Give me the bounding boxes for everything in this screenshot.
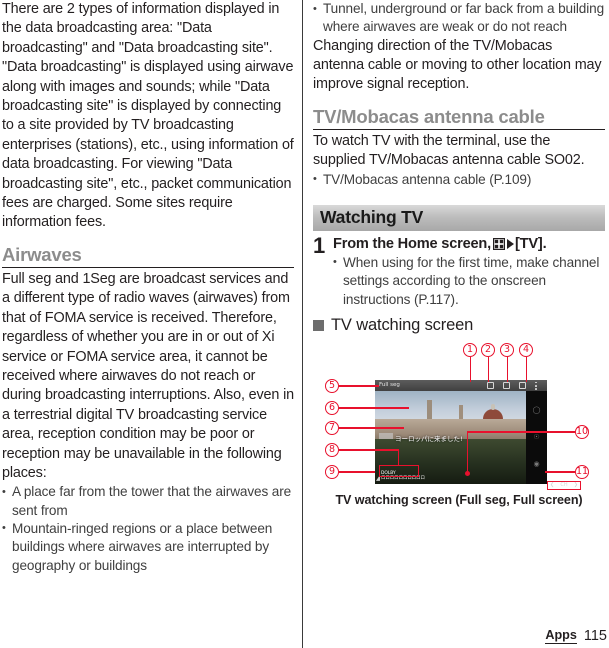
antenna-cable-heading: TV/Mobacas antenna cable [313,105,545,127]
list-item: Mountain-ringed regions or a place betwe… [2,519,294,575]
power-icon[interactable]: ◯ [533,406,541,414]
list-item: TV/Mobacas antenna cable (P.109) [313,170,605,189]
broadcast-mode-label: Full seg [379,382,400,389]
column-divider [302,0,303,648]
step-1: 1 From the Home screen, [TV]. • When usi… [313,232,605,309]
page-footer: Apps 115 [545,628,607,644]
right-column: Tunnel, underground or far back from a b… [313,0,605,507]
callout-11: 11 [575,464,589,479]
callout-2-leader [487,356,489,382]
callout-2: 2 [481,342,495,357]
status-bar-icons [487,381,538,390]
callout-9-leader [339,471,375,473]
airwaves-heading-rule [2,266,294,268]
continued-bullet-list: Tunnel, underground or far back from a b… [313,0,605,37]
antenna-paragraph: To watch TV with the terminal, use the s… [313,132,585,169]
step-title-text-after: [TV]. [515,235,547,252]
subtitle-backdrop [379,432,393,439]
callout-11-leader [545,471,575,473]
channel-prev-icon[interactable]: ❮ [550,482,554,488]
antenna-bullet-list: TV/Mobacas antenna cable (P.109) [313,170,605,189]
record-indicator-dot [465,470,470,476]
tv-watching-screen-subheading: TV watching screen [313,316,605,335]
watching-tv-banner: Watching TV [313,204,605,231]
step-number: 1 [313,232,326,258]
footer-section-label: Apps [545,628,577,644]
data-broadcast-icon[interactable] [503,382,510,390]
callout-6-leader [339,407,409,409]
callout-4: 4 [519,342,533,357]
step-body: From the Home screen, [TV]. • When using… [333,235,605,309]
callout-7: 7 [325,420,339,435]
callout-10: 10 [575,424,589,439]
subtitle-text: ヨーロッパに来ました! [395,434,463,443]
callout-5-leader [339,385,379,387]
callout-5: 5 [325,378,339,393]
callout-8: 8 [325,442,339,457]
callout-1-leader [469,356,471,382]
channel-next-icon[interactable]: ❯ [574,482,578,488]
callout-6: 6 [325,400,339,415]
subsection-title: TV watching screen [331,315,474,334]
list-item: When using for the first time, make chan… [333,253,605,309]
changing-direction-paragraph: Changing direction of the TV/Mobacas ant… [313,37,602,93]
callout-3: 3 [500,342,514,357]
program-guide-icon[interactable] [487,382,494,390]
figure-caption: TV watching screen (Full seg, Full scree… [335,492,583,507]
callout-10-leader [467,431,575,433]
antenna-heading-rule [313,128,605,130]
callout-4-leader [525,356,527,382]
apps-grid-icon [493,238,505,251]
tv-watching-screen-figure: Full seg ヨーロッパに来ました! DOLBY ロロロロロロロロロロ ◯ … [313,342,605,507]
overflow-menu-icon[interactable] [535,381,538,390]
arrow-right-icon [507,239,514,250]
phone-status-bar: Full seg [375,379,547,391]
callout-10-leader-v [467,431,469,472]
intro-paragraph: There are 2 types of information display… [2,1,294,231]
phone-nav-rail: ◯ ☉ ◉ [526,390,547,484]
airwaves-paragraph: Full seg and 1Seg are broadcast services… [2,270,294,481]
step-title: From the Home screen, [TV]. [333,235,605,254]
airwaves-bullet-list: A place far from the tower that the airw… [2,483,294,574]
step-title-text-before: From the Home screen, [333,235,491,252]
banner-title: Watching TV [320,207,424,228]
page-number: 115 [583,628,607,644]
fullscreen-icon[interactable] [519,382,526,390]
audio-info-highlight-box [379,464,419,477]
callout-8-leader [339,449,399,451]
channel-selector-control[interactable]: ❮ CH ❯ [547,480,581,490]
home-icon[interactable]: ☉ [533,433,539,441]
callout-7-leader [339,427,404,429]
callout-1: 1 [463,342,477,357]
callout-8-leader-v [398,449,400,466]
callout-3-leader [506,356,508,382]
list-item: A place far from the tower that the airw… [2,483,294,520]
volume-icon[interactable]: ◉ [533,460,539,468]
left-column: There are 2 types of information display… [2,0,294,575]
manual-page: There are 2 types of information display… [0,0,609,648]
channel-label: CH [560,482,568,489]
callout-9: 9 [325,464,339,479]
airwaves-heading: Airwaves [2,243,82,265]
square-bullet-icon [313,319,324,331]
step-sub-bullets: When using for the first time, make chan… [333,253,605,309]
list-item: Tunnel, underground or far back from a b… [313,0,605,37]
